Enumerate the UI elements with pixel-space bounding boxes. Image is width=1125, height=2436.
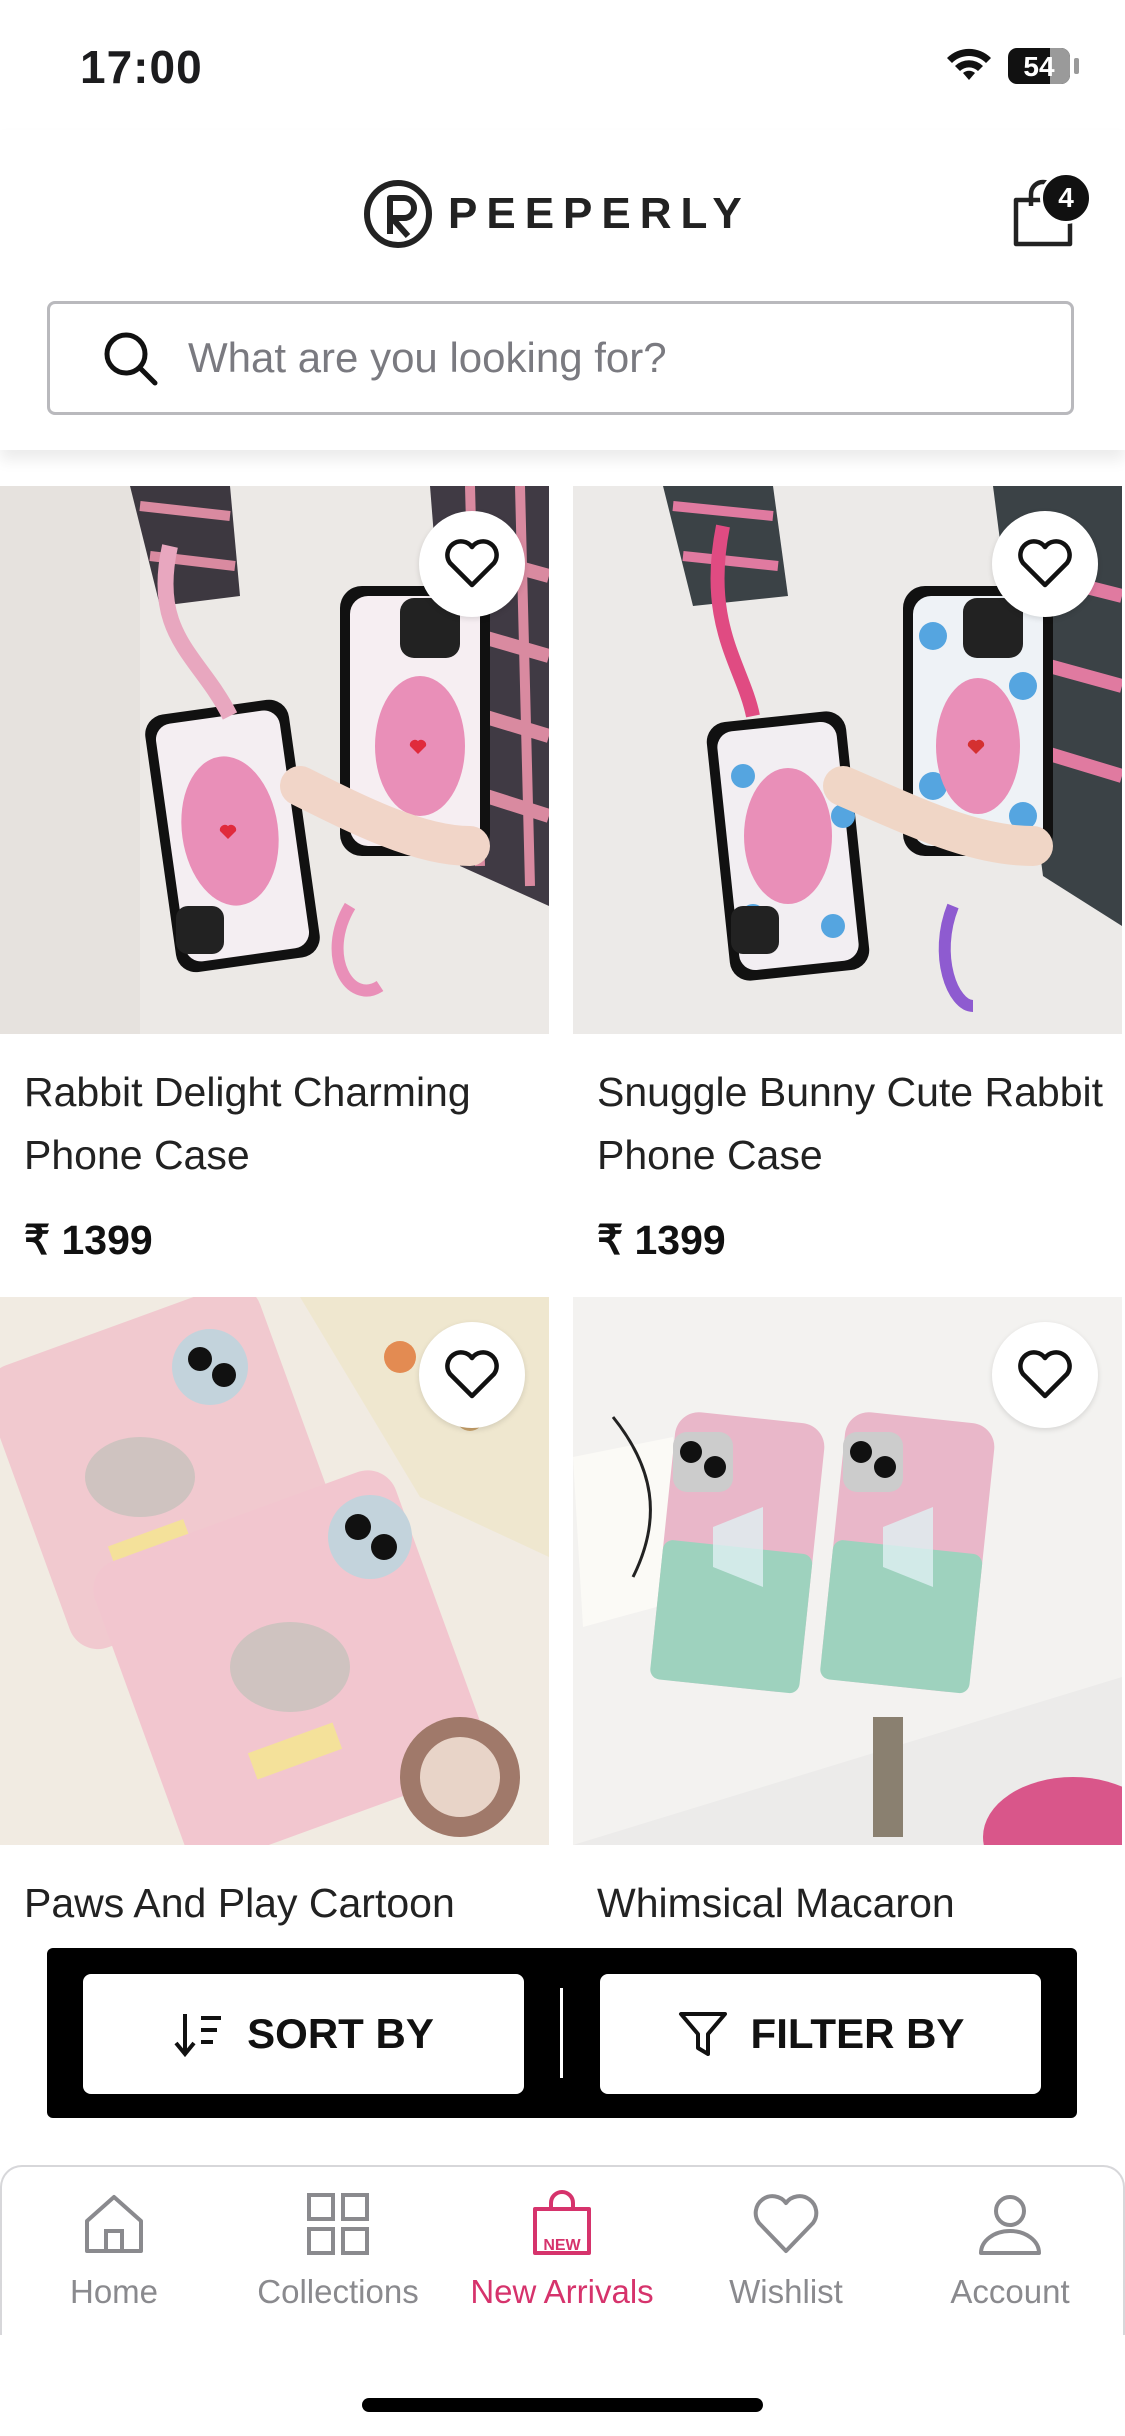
heart-icon: [1018, 539, 1072, 588]
person-icon: [979, 2195, 1041, 2255]
heart-icon: [753, 2194, 819, 2253]
tab-new-arrivals[interactable]: NEW New Arrivals: [450, 2189, 674, 2311]
tab-label: Home: [69, 2273, 159, 2310]
product-price: ₹ 1399: [597, 1217, 726, 1263]
wishlist-button[interactable]: [992, 1322, 1098, 1428]
battery-level: 54: [1023, 51, 1055, 82]
brand-logo[interactable]: PEEPERLY: [362, 178, 751, 250]
peeperly-logo-icon: [364, 180, 432, 248]
sort-filter-bar: SORT BY FILTER BY: [47, 1948, 1077, 2118]
product-price: ₹ 1399: [24, 1217, 153, 1263]
home-indicator: [362, 2398, 763, 2412]
status-bar: 17:00 54: [0, 0, 1125, 130]
filter-icon: [678, 2012, 727, 2056]
new-badge: NEW: [543, 2237, 581, 2254]
battery-icon: 54: [1008, 48, 1070, 84]
tab-home[interactable]: Home: [2, 2189, 226, 2311]
tab-label: New Arrivals: [470, 2273, 654, 2310]
wifi-icon: [947, 48, 991, 80]
sort-label: SORT BY: [247, 2010, 434, 2057]
wishlist-button[interactable]: [419, 511, 525, 617]
sort-button[interactable]: SORT BY: [83, 1974, 524, 2094]
bottom-tab-bar: Home Collections NEW New Arrivals Wishli…: [0, 2165, 1125, 2436]
filter-button[interactable]: FILTER BY: [600, 1974, 1041, 2094]
tab-wishlist[interactable]: Wishlist: [674, 2189, 898, 2311]
heart-icon: [445, 1350, 499, 1399]
search-icon: [104, 332, 158, 386]
status-time: 17:00: [80, 41, 203, 93]
tab-label: Account: [950, 2273, 1070, 2310]
product-title[interactable]: Paws And Play Cartoon: [24, 1872, 534, 1935]
product-image[interactable]: [0, 486, 549, 1034]
product-image[interactable]: [573, 486, 1122, 1034]
product-image[interactable]: [0, 1297, 549, 1845]
heart-icon: [445, 539, 499, 588]
wishlist-button[interactable]: [419, 1322, 525, 1428]
tab-account[interactable]: Account: [898, 2189, 1122, 2311]
wishlist-button[interactable]: [992, 511, 1098, 617]
app-header: PEEPERLY 4 What are you looking for?: [0, 130, 1125, 450]
search-input[interactable]: What are you looking for?: [188, 334, 667, 382]
cart-count-badge: 4: [1040, 172, 1092, 224]
product-image[interactable]: [573, 1297, 1122, 1845]
tab-collections[interactable]: Collections: [226, 2189, 450, 2311]
grid-icon: [307, 2193, 369, 2255]
brand-name: PEEPERLY: [448, 189, 751, 238]
home-icon: [85, 2195, 143, 2253]
battery-tip: [1074, 58, 1079, 74]
tab-label: Wishlist: [729, 2273, 843, 2310]
filter-label: FILTER BY: [750, 2010, 965, 2057]
product-title[interactable]: Snuggle Bunny Cute Rabbit Phone Case: [597, 1061, 1107, 1187]
search-bar[interactable]: What are you looking for?: [47, 301, 1074, 415]
heart-icon: [1018, 1350, 1072, 1399]
tab-label: Collections: [257, 2273, 419, 2310]
sort-icon: [174, 2014, 222, 2058]
divider: [560, 1988, 563, 2078]
product-title[interactable]: Whimsical Macaron: [597, 1872, 1107, 1935]
product-title[interactable]: Rabbit Delight Charming Phone Case: [24, 1061, 534, 1187]
